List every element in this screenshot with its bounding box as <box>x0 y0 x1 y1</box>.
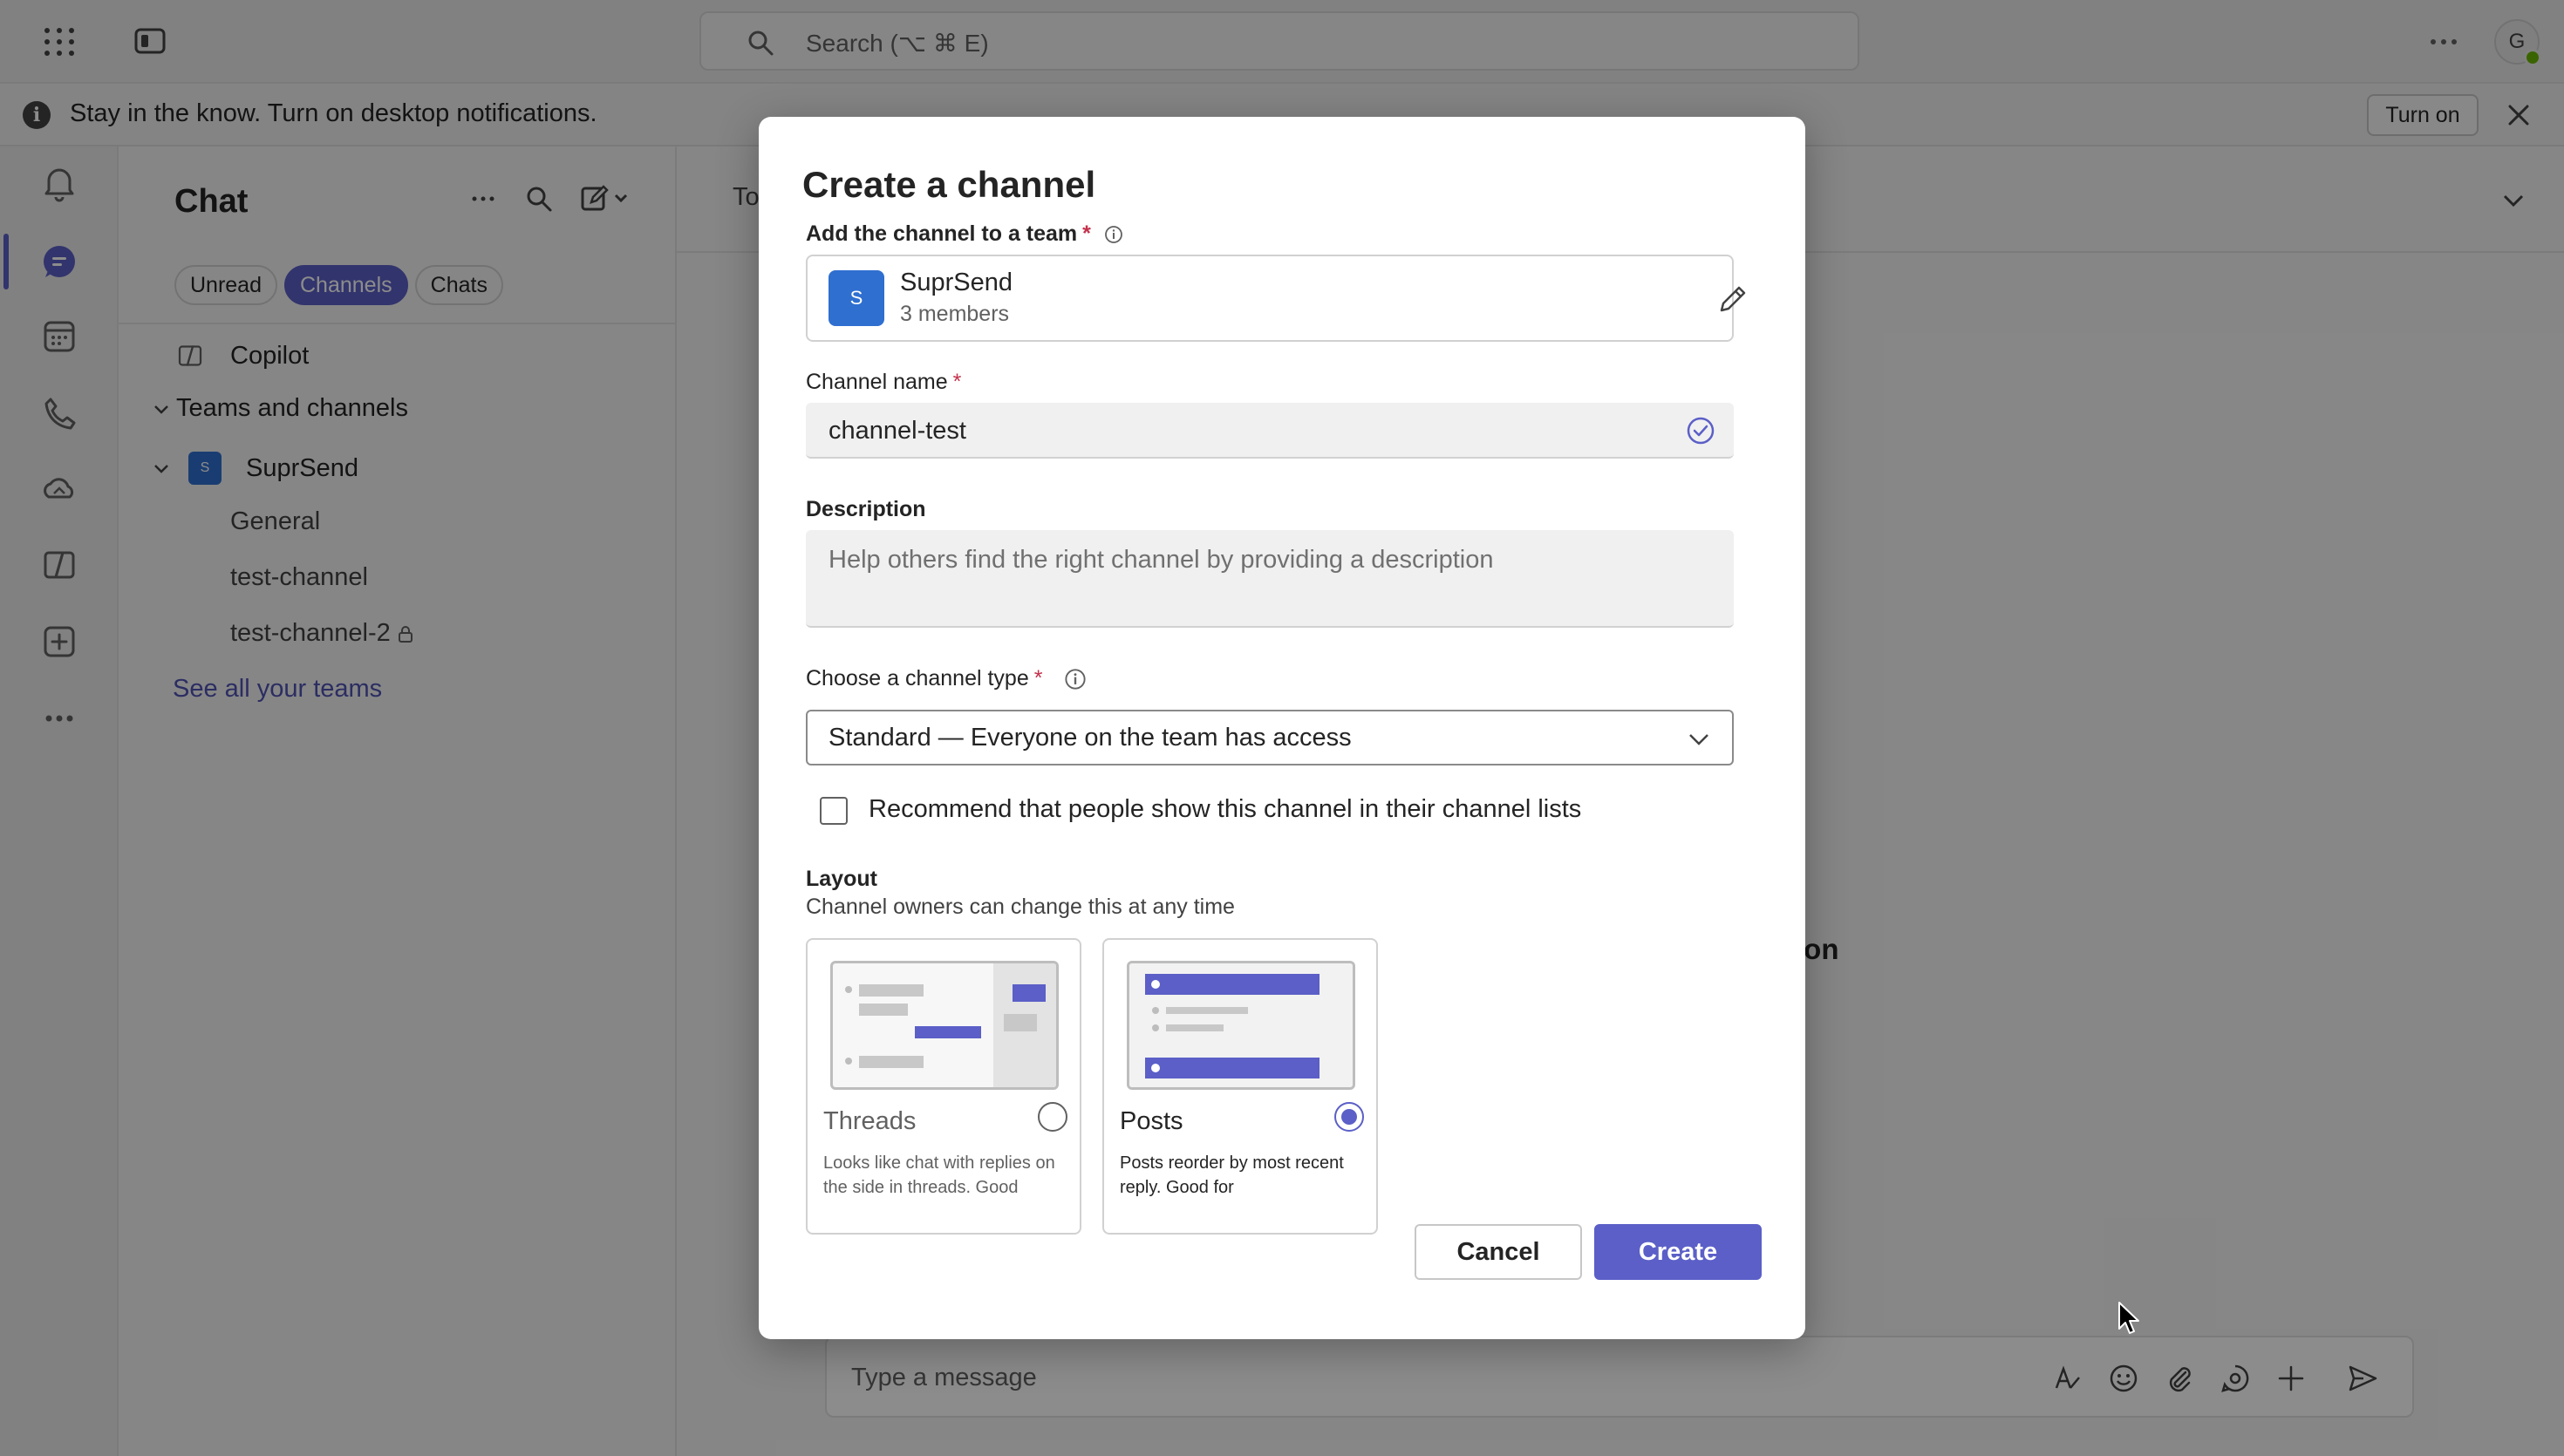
info-icon[interactable] <box>1104 225 1123 244</box>
team-members: 3 members <box>900 302 1010 326</box>
create-channel-dialog: Create a channel Add the channel to a te… <box>759 117 1805 1339</box>
edit-icon[interactable] <box>1715 282 1749 317</box>
layout-description: Posts reorder by most recent reply. Good… <box>1120 1153 1344 1197</box>
required-mark: * <box>1082 221 1091 246</box>
posts-preview-image <box>1127 961 1355 1090</box>
required-mark: * <box>952 370 962 394</box>
team-field-label-text: Add the channel to a team <box>806 221 1078 246</box>
channel-name-label: Channel name * <box>806 370 961 395</box>
cancel-button[interactable]: Cancel <box>1415 1224 1582 1280</box>
channel-type-label-text: Choose a channel type <box>806 666 1029 691</box>
create-button[interactable]: Create <box>1594 1224 1762 1280</box>
recommend-checkbox[interactable] <box>820 797 848 825</box>
layout-name: Threads <box>823 1107 917 1135</box>
mouse-cursor-icon <box>2117 1301 2142 1336</box>
team-selector[interactable]: S SuprSend 3 members <box>806 255 1746 342</box>
threads-preview-image <box>830 961 1059 1090</box>
info-icon[interactable] <box>1064 668 1087 691</box>
channel-name-label-text: Channel name <box>806 370 948 394</box>
description-input[interactable]: Help others find the right channel by pr… <box>806 530 1734 628</box>
channel-name-input[interactable]: channel-test <box>806 403 1734 459</box>
channel-type-select[interactable]: Standard — Everyone on the team has acce… <box>806 710 1734 765</box>
channel-name-value: channel-test <box>829 417 966 445</box>
recommend-label[interactable]: Recommend that people show this channel … <box>869 795 1581 824</box>
chevron-down-icon <box>1683 724 1715 755</box>
description-label: Description <box>806 497 926 521</box>
threads-radio[interactable] <box>1038 1102 1067 1132</box>
description-placeholder: Help others find the right channel by pr… <box>829 546 1494 574</box>
team-field-label: Add the channel to a team * <box>806 221 1123 247</box>
channel-type-value: Standard — Everyone on the team has acce… <box>829 724 1352 752</box>
channel-type-label: Choose a channel type * <box>806 666 1087 691</box>
layout-option-posts[interactable]: Posts Posts reorder by most recent reply… <box>1102 938 1378 1235</box>
layout-subtitle: Channel owners can change this at any ti… <box>806 895 1235 919</box>
layout-description: Looks like chat with replies on the side… <box>823 1153 1055 1197</box>
layout-title: Layout <box>806 867 877 891</box>
team-name: SuprSend <box>900 269 1013 296</box>
team-tile: S <box>829 270 884 326</box>
required-mark: * <box>1033 666 1043 691</box>
layout-option-threads[interactable]: Threads Looks like chat with replies on … <box>806 938 1081 1235</box>
layout-name: Posts <box>1120 1107 1183 1135</box>
check-circle-icon <box>1685 415 1716 446</box>
dialog-title: Create a channel <box>802 164 1096 205</box>
posts-radio[interactable] <box>1334 1102 1364 1132</box>
